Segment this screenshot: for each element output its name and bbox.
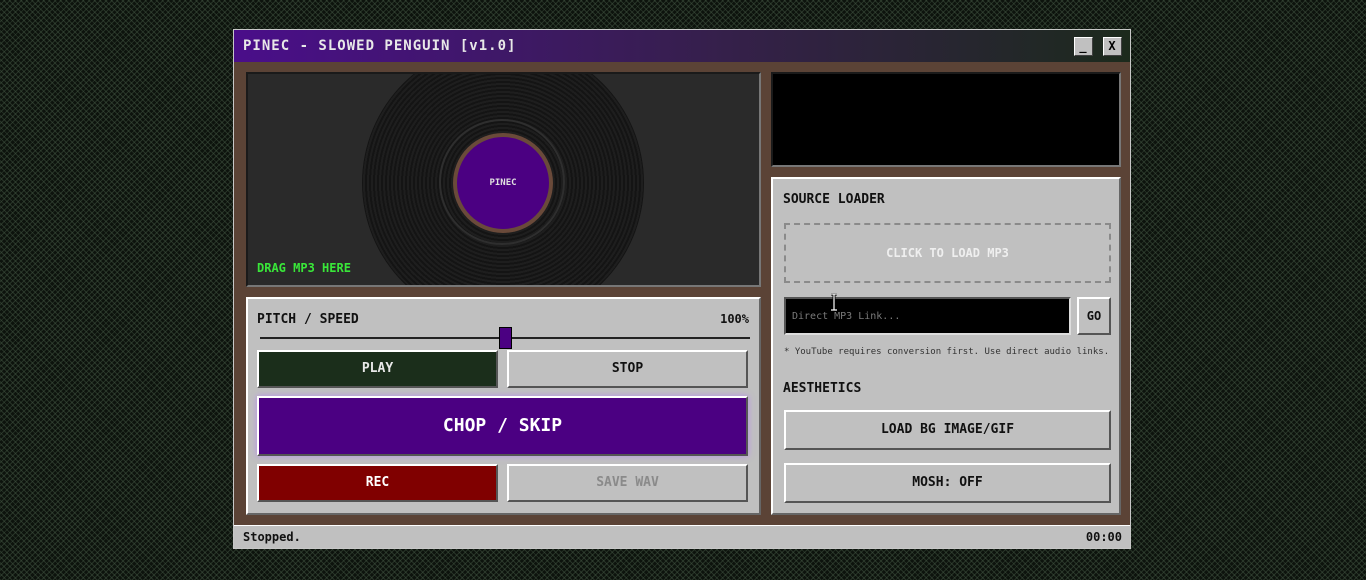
status-bar: Stopped. 00:00 [234, 525, 1130, 548]
pitch-speed-label: PITCH / SPEED [257, 312, 359, 327]
pitch-speed-value: 100% [720, 312, 749, 326]
source-loader-title: SOURCE LOADER [783, 192, 885, 207]
save-wav-button[interactable]: SAVE WAV [507, 464, 748, 502]
stop-button[interactable]: STOP [507, 350, 748, 388]
chop-skip-button[interactable]: CHOP / SKIP [257, 396, 748, 456]
close-button[interactable]: X [1103, 37, 1122, 56]
mosh-toggle-button[interactable]: MOSH: OFF [784, 463, 1111, 503]
drag-mp3-hint: DRAG MP3 HERE [257, 261, 351, 275]
aesthetics-title: AESTHETICS [783, 381, 862, 396]
text-cursor-icon [831, 293, 837, 311]
minimize-button[interactable]: _ [1074, 37, 1093, 56]
youtube-note: * YouTube requires conversion first. Use… [784, 347, 1110, 357]
controls-panel: PITCH / SPEED 100% PLAY STOP CHOP / SKIP… [246, 297, 761, 515]
app-window: PINEC - SLOWED PENGUIN [v1.0] _ X PINEC … [233, 29, 1131, 549]
status-text: Stopped. [243, 530, 301, 544]
go-button[interactable]: GO [1077, 297, 1111, 335]
vinyl-drop-area[interactable]: PINEC DRAG MP3 HERE [246, 72, 761, 287]
load-bg-image-button[interactable]: LOAD BG IMAGE/GIF [784, 410, 1111, 450]
load-mp3-dropzone[interactable]: CLICK TO LOAD MP3 [784, 223, 1111, 283]
mp3-url-input[interactable] [784, 297, 1071, 335]
record-button[interactable]: REC [257, 464, 498, 502]
vinyl-record: PINEC [362, 74, 644, 285]
window-title: PINEC - SLOWED PENGUIN [v1.0] [243, 38, 517, 54]
play-button[interactable]: PLAY [257, 350, 498, 388]
pitch-slider-thumb[interactable] [498, 327, 512, 349]
visualizer-panel [771, 72, 1121, 167]
record-label: PINEC [453, 133, 553, 233]
side-panel: SOURCE LOADER CLICK TO LOAD MP3 GO * You… [771, 177, 1121, 515]
title-bar[interactable]: PINEC - SLOWED PENGUIN [v1.0] _ X [234, 30, 1130, 62]
status-time: 00:00 [1085, 530, 1122, 544]
